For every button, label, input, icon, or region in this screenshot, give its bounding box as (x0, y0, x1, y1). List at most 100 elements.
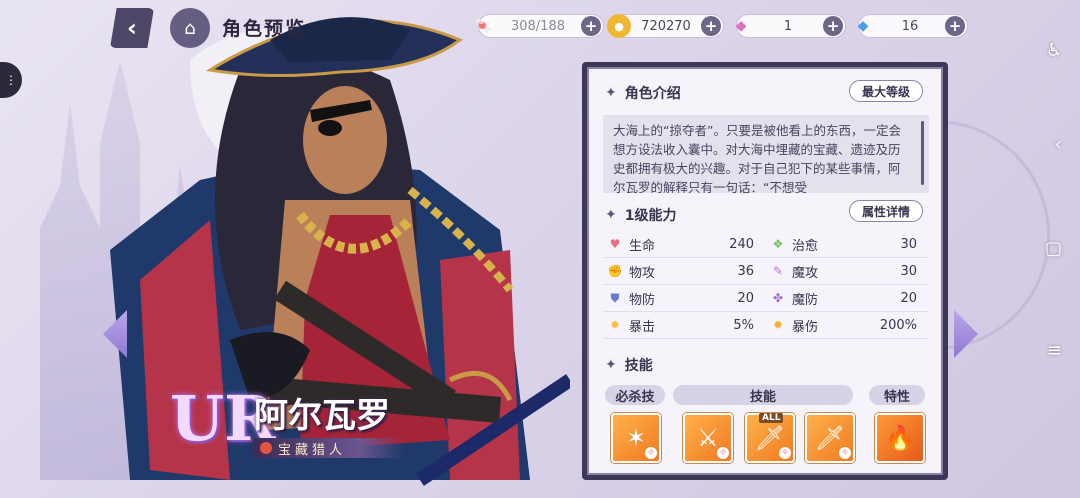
wand-icon: ✎ (772, 264, 784, 278)
shield-icon: ⛊ (610, 290, 620, 305)
intro-heading: ✦ 角色介绍 (605, 83, 681, 103)
resource-pink-gem: ◆ 1 + (736, 14, 846, 38)
pink-diamond-icon: ◆ (735, 18, 747, 34)
stat-magic-def: ✤ 魔防 20 (766, 285, 929, 311)
character-nameplate: UR 阿尔瓦罗 宝藏猎人 (170, 388, 430, 468)
attribute-detail-button[interactable]: 属性详情 (848, 200, 923, 222)
character-title-bar: 宝藏猎人 (254, 438, 404, 458)
skill-type-icon: ✧ (717, 447, 729, 459)
nav-home-icon[interactable]: ▢ (1045, 238, 1062, 259)
skills-heading-label: 技能 (624, 358, 653, 374)
stat-value: 36 (737, 263, 754, 279)
stat-label: 暴击 (629, 319, 656, 335)
stat-row: ✊ 物攻 36 ✎ 魔攻 30 (603, 258, 929, 285)
tab-ultimate[interactable]: 必杀技 (605, 385, 665, 405)
chat-dots-icon: ⋮ (5, 73, 17, 87)
blue-diamond-icon: ◆ (857, 18, 869, 34)
skill-tabs: 必杀技 技能 特性 (605, 385, 931, 407)
crit-dmg-icon: ✹ (772, 318, 784, 332)
skill-2-icon[interactable]: ALL 🗡 ✧ (745, 413, 795, 463)
stat-label: 物攻 (629, 265, 656, 281)
stat-heal: ❖ 治愈 30 (766, 231, 929, 257)
crossed-swords-icon: ⚔ (697, 424, 719, 452)
stat-phys-atk: ✊ 物攻 36 (603, 258, 766, 284)
blue-gem-value: 16 (901, 18, 919, 34)
skill-icons: ✶ ✧ ⚔ ✧ ALL 🗡 ✧ 🗡 ✧ 🔥 (607, 413, 933, 467)
flame-icon: 🔥 (885, 424, 915, 452)
stat-value: 20 (737, 290, 754, 306)
stat-label: 魔防 (792, 292, 819, 308)
fist-icon: ✊ (607, 264, 623, 278)
magic-shield-icon: ✤ (772, 291, 784, 305)
slash-burst-icon: ✶ (625, 424, 647, 452)
add-gold-button[interactable]: + (701, 16, 721, 36)
resource-gold: ● 720270 + (607, 14, 724, 38)
description-scrollbar[interactable] (921, 121, 924, 185)
chat-bubble-button[interactable]: ⋮ (0, 62, 22, 98)
back-arrow-icon: ‹ (127, 14, 137, 42)
skill-type-icon: ✧ (839, 447, 851, 459)
stat-hp: ♥ 生命 240 (603, 231, 766, 257)
add-pink-gem-button[interactable]: + (823, 16, 843, 36)
stat-label: 物防 (629, 292, 656, 308)
stat-value: 20 (900, 290, 917, 306)
crit-icon: ✸ (609, 318, 621, 332)
nav-back-icon[interactable]: ‹ (1055, 134, 1062, 155)
add-stamina-button[interactable]: + (581, 16, 601, 36)
gold-value: 720270 (641, 18, 691, 34)
accessibility-icon[interactable]: ♿ (1046, 40, 1062, 61)
home-icon: ⌂ (184, 17, 196, 39)
stat-label: 治愈 (792, 238, 819, 254)
trait-icon[interactable]: 🔥 (875, 413, 925, 463)
character-info-panel: ✦ 角色介绍 最大等级 大海上的“掠夺者”。只要是被他看上的东西，一定会想方设法… (582, 62, 948, 480)
resource-blue-gem: ◆ 16 + (858, 14, 968, 38)
candy-icon: 🍬 (474, 18, 492, 34)
skill-3-icon[interactable]: 🗡 ✧ (805, 413, 855, 463)
stat-value: 240 (729, 236, 754, 252)
stamina-value: 308/188 (510, 18, 565, 34)
stat-row: ⛊ 物防 20 ✤ 魔防 20 (603, 285, 929, 312)
ability-heading-label: 1级能力 (624, 208, 677, 224)
add-blue-gem-button[interactable]: + (945, 16, 965, 36)
nav-menu-icon[interactable]: ≡ (1047, 340, 1062, 361)
skill-type-icon: ✧ (645, 447, 657, 459)
pink-gem-value: 1 (783, 18, 793, 34)
stat-crit-dmg: ✹ 暴伤 200% (766, 312, 929, 338)
stat-label: 生命 (629, 238, 656, 254)
resource-stamina: 🍬 308/188 + (474, 14, 604, 38)
stat-crit: ✸ 暴击 5% (603, 312, 766, 338)
stat-phys-def: ⛊ 物防 20 (603, 285, 766, 311)
skill-type-icon: ✧ (779, 447, 791, 459)
description-text: 大海上的“掠夺者”。只要是被他看上的东西，一定会想方设法收入囊中。对大海中埋藏的… (613, 123, 901, 193)
tab-skills[interactable]: 技能 (673, 385, 853, 405)
stat-value: 30 (900, 236, 917, 252)
back-button[interactable]: ‹ (110, 8, 154, 48)
tab-traits[interactable]: 特性 (869, 385, 925, 405)
max-level-button[interactable]: 最大等级 (848, 80, 923, 102)
character-title: 宝藏猎人 (278, 442, 347, 458)
home-button[interactable]: ⌂ (170, 8, 210, 48)
ability-heading: ✦ 1级能力 (605, 205, 676, 225)
stat-value: 5% (733, 317, 754, 333)
sparkle-icon: ✦ (605, 207, 617, 223)
character-description[interactable]: 大海上的“掠夺者”。只要是被他看上的东西，一定会想方设法收入囊中。对大海中埋藏的… (603, 115, 929, 193)
faction-emblem-icon (260, 442, 272, 454)
coin-icon: ● (607, 14, 631, 38)
stat-value: 30 (900, 263, 917, 279)
stat-label: 暴伤 (792, 319, 819, 335)
stat-magic-atk: ✎ 魔攻 30 (766, 258, 929, 284)
stat-value: 200% (879, 317, 917, 333)
skills-heading: ✦ 技能 (605, 355, 653, 375)
stats-table: ♥ 生命 240 ❖ 治愈 30 ✊ 物攻 36 ✎ 魔攻 30 ⛊ 物防 20 ✤ 魔防 20 ✸ 暴击… (603, 231, 929, 339)
page-title: 角色预览 (222, 18, 307, 40)
skill-all-tag: ALL (759, 413, 784, 423)
character-name: 阿尔瓦罗 (254, 396, 390, 436)
sparkle-icon: ✦ (605, 357, 617, 373)
ultimate-skill-icon[interactable]: ✶ ✧ (611, 413, 661, 463)
sparkle-icon: ✦ (605, 85, 617, 101)
stat-row: ♥ 生命 240 ❖ 治愈 30 (603, 231, 929, 258)
skill-1-icon[interactable]: ⚔ ✧ (683, 413, 733, 463)
intro-heading-label: 角色介绍 (624, 86, 681, 102)
stat-row: ✸ 暴击 5% ✹ 暴伤 200% (603, 312, 929, 339)
stat-label: 魔攻 (792, 265, 819, 281)
